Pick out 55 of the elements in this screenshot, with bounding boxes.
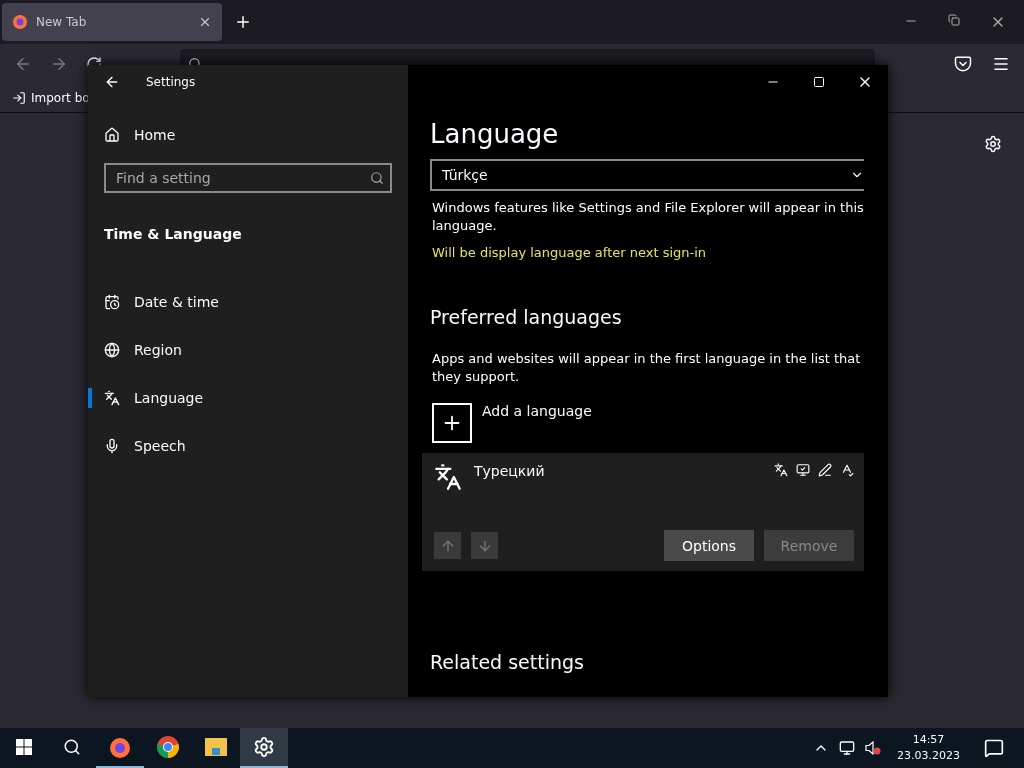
display-icon [796, 463, 810, 477]
chrome-icon[interactable] [156, 735, 180, 759]
search-field[interactable]: Find a setting [104, 163, 392, 193]
clock-date: 23.03.2023 [897, 748, 960, 764]
handwriting-icon [818, 463, 832, 477]
notifications-icon [984, 738, 1004, 758]
firefox-icon [12, 14, 28, 30]
import-icon [12, 91, 26, 105]
search-icon [370, 171, 384, 185]
section-title: Time & Language [103, 225, 243, 244]
language-icon [104, 390, 120, 406]
language-dropdown[interactable]: Türkçe [430, 159, 864, 191]
forward-icon [50, 55, 68, 73]
calendar-icon [104, 294, 120, 310]
nav-item[interactable]: Date & time [134, 294, 219, 310]
firefox-icon[interactable] [108, 735, 132, 759]
home-icon [104, 127, 120, 143]
description-text: Windows features like Settings and File Explorer will appear in this language. [431, 199, 864, 235]
volume-muted-icon[interactable] [865, 741, 881, 755]
status-note: Will be display language after next sign-in [431, 244, 708, 262]
new-tab-icon [234, 13, 252, 31]
maximize-icon [813, 76, 825, 88]
search-icon [63, 738, 81, 756]
nav-item[interactable]: Speech [134, 438, 186, 454]
settings-gear-icon[interactable] [253, 736, 275, 758]
language-name: Турецкий [474, 463, 545, 479]
network-icon [839, 740, 855, 756]
browser-tab[interactable]: New Tab [2, 3, 222, 41]
pocket-icon [954, 55, 972, 73]
window-title: Settings [146, 75, 196, 89]
language-pack-icon [774, 463, 788, 477]
close-icon [198, 15, 212, 29]
clock-time: 14:57 [912, 732, 945, 748]
description-text: Apps and websites will appear in the first language in the list that they support. [431, 350, 862, 386]
home-link[interactable]: Home [134, 127, 176, 143]
back-icon [104, 74, 120, 90]
add-language-link[interactable]: Add a language [482, 403, 592, 419]
globe-icon [104, 342, 120, 358]
language-icon [434, 463, 462, 491]
restore-icon [948, 14, 960, 26]
windows-start-icon[interactable] [16, 739, 32, 755]
mic-icon [104, 438, 120, 454]
tab-title: New Tab [36, 15, 88, 29]
spellcheck-icon [840, 463, 854, 477]
add-button[interactable] [432, 403, 472, 443]
nav-item[interactable]: Region [134, 342, 182, 358]
section-heading: Preferred languages [430, 306, 623, 328]
folder-icon[interactable] [204, 736, 228, 758]
section-heading: Related settings [430, 651, 585, 673]
menu-icon [992, 55, 1010, 73]
page-heading: Language [430, 119, 560, 149]
back-icon [14, 55, 32, 73]
action-button[interactable]: Options [664, 530, 754, 561]
settings-icon [984, 135, 1002, 153]
nav-item[interactable]: Language [134, 390, 204, 406]
